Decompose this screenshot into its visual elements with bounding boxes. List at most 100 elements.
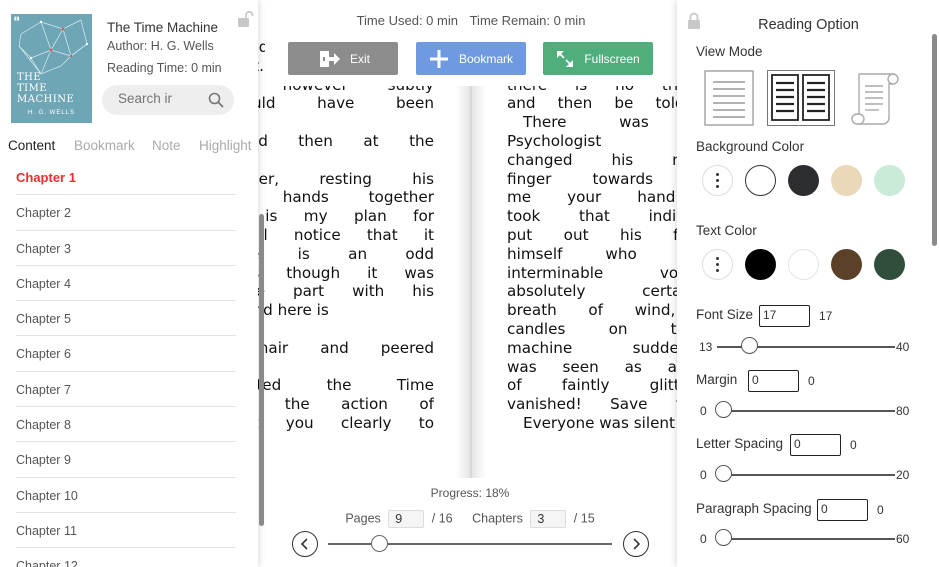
search-box[interactable] [102,85,234,115]
chapter-item[interactable]: Chapter 10 [16,478,236,513]
bottom-navigation: Progress: 18% Pages 9 / 16 Chapters 3 / … [272,478,668,567]
letter-spacing-input[interactable]: 0 [790,434,841,456]
tab-highlight[interactable]: Highlight [199,138,252,153]
chapter-item[interactable]: Chapter 7 [16,372,236,408]
letter-spacing-slider[interactable] [717,474,895,476]
settings-title: Reading Option [758,17,859,33]
chapter-list: Chapter 1 Chapter 2 Chapter 3 Chapter 4 Chap… [16,160,236,567]
text-color-swatch[interactable] [831,249,862,280]
chapter-item[interactable]: Chapter 9 [16,442,236,478]
letter-spacing-label: Letter Spacing [696,436,784,451]
margin-slider[interactable] [717,410,895,412]
cover-author: H. G. WELLS [27,110,75,116]
font-size-min: 13 [699,340,713,354]
expand-icon [557,50,574,67]
navigation-sidebar: ▮▮ THE TIME MACHINE H. G. WELLS The Time… [0,0,258,567]
text-color-swatch[interactable] [788,249,819,280]
fullscreen-button[interactable]: Fullscreen [543,42,653,75]
sidebar-scrollbar[interactable] [259,214,264,526]
cover-publisher-mark: ▮▮ [14,16,20,22]
background-color-swatch[interactable] [874,165,905,196]
book-title: The Time Machine [107,20,219,35]
book-author: Author: H. G. Wells [107,39,214,53]
page-total: / 16 [431,511,453,526]
fullscreen-label: Fullscreen [584,51,640,66]
paragraph-spacing-input[interactable]: 0 [817,499,868,521]
next-page-button[interactable] [623,531,649,557]
font-size-label: Font Size [696,307,754,322]
time-used: Time Used: 0 min [356,13,458,28]
double-page-mode-icon[interactable] [767,70,835,126]
background-color-swatch[interactable] [831,165,862,196]
chapter-number-input[interactable]: 3 [530,510,567,528]
chevron-right-icon [633,538,641,550]
letter-spacing-slider-thumb[interactable] [715,465,732,482]
more-text-colors-button[interactable] [702,249,733,280]
page-chapter-row: Pages 9 / 16 Chapters 3 / 15 [272,510,668,528]
margin-input[interactable]: 0 [748,370,799,392]
progress-slider[interactable] [328,535,612,552]
paragraph-spacing-label: Paragraph Spacing [696,501,812,516]
paragraph-spacing-min: 0 [700,532,707,546]
exit-button[interactable]: Exit [288,42,398,75]
chapter-item[interactable]: Chapter 3 [16,231,236,266]
previous-page-button[interactable] [292,531,318,557]
scroll-mode-icon[interactable] [849,70,901,133]
bookmark-button[interactable]: Bookmark [416,42,526,75]
tab-note[interactable]: Note [152,138,181,153]
tab-content[interactable]: Content [8,138,55,153]
paragraph-spacing-slider[interactable] [717,538,895,540]
font-size-input[interactable]: 17 [759,305,810,327]
letter-spacing-max: 20 [896,468,910,482]
cover-title: THE TIME MACHINE [17,72,75,105]
tab-bookmark[interactable]: Bookmark [74,138,135,153]
top-toolbar: Time Used: 0 min Time Remain: 0 min Exit… [265,0,677,86]
page-number-input[interactable]: 9 [388,510,425,528]
sidebar-tabs: Content Bookmark Note Highlight [0,138,258,160]
paragraph-spacing-slider-thumb[interactable] [715,529,732,546]
background-color-swatch[interactable] [788,165,819,196]
reading-time: Reading Time: 0 min [107,61,222,75]
paragraph-spacing-max: 60 [896,532,910,546]
chapter-item[interactable]: Chapter 5 [16,301,236,337]
chapter-item[interactable]: Chapter 8 [16,407,236,443]
font-size-max: 40 [896,340,910,354]
chapter-item[interactable]: Chapter 11 [16,513,236,549]
chapter-total: / 15 [573,511,595,526]
more-background-colors-button[interactable] [702,165,733,196]
font-size-slider-thumb[interactable] [741,337,758,354]
chapter-item[interactable]: Chapter 4 [16,266,236,302]
time-remain: Time Remain: 0 min [469,13,586,28]
background-color-label: Background Color [696,139,805,154]
view-mode-label: View Mode [696,44,763,59]
chapter-item[interactable]: Chapter 6 [16,336,236,372]
text-color-swatch[interactable] [874,249,905,280]
exit-label: Exit [349,51,370,66]
text-color-label: Text Color [696,223,757,238]
unlock-icon[interactable] [236,10,254,33]
margin-label: Margin [696,372,738,387]
margin-display: 0 [808,374,815,388]
pages-label: Pages [345,511,381,526]
chapter-item[interactable]: Chapter 1 [16,160,236,196]
plus-icon [429,49,448,68]
chevron-left-icon [300,538,308,550]
reading-options-panel: Reading Option View Mode Background Colo… [677,0,940,567]
single-page-mode-icon[interactable] [704,70,754,131]
progress-label: Progress: 18% [430,486,510,500]
chapter-item[interactable]: Chapter 2 [16,195,236,231]
text-color-swatch[interactable] [745,249,776,280]
settings-scrollbar[interactable] [932,34,937,246]
chapters-label: Chapters [472,511,523,526]
reading-timer: Time Used: 0 min Time Remain: 0 min [265,13,677,28]
margin-slider-thumb[interactable] [715,401,732,418]
bookmark-label: Bookmark [458,51,514,66]
search-input[interactable] [118,91,174,106]
background-color-swatch[interactable] [745,165,776,196]
progress-slider-thumb[interactable] [371,535,389,552]
book-cover: ▮▮ THE TIME MACHINE H. G. WELLS [11,14,92,123]
font-size-display: 17 [819,309,833,323]
chapter-item[interactable]: Chapter 12 [16,548,236,567]
letter-spacing-display: 0 [850,438,857,452]
search-icon[interactable] [208,92,224,108]
